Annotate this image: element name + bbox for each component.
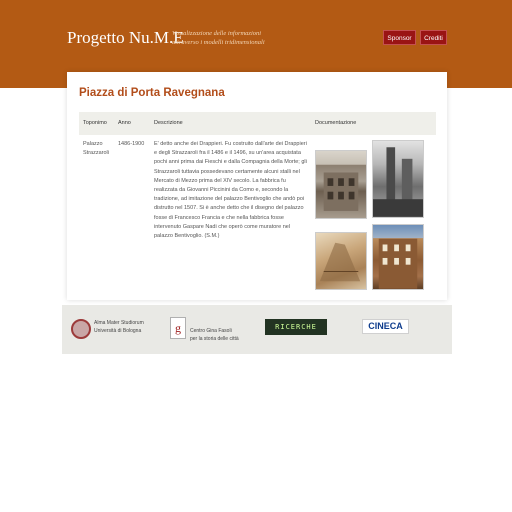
unibo-label: Alma Mater Studiorum Università di Bolog…	[94, 319, 144, 335]
unibo-line1: Alma Mater Studiorum	[94, 320, 144, 326]
footer-bar: Alma Mater Studiorum Università di Bolog…	[62, 305, 452, 354]
gina-fasoli-logo[interactable]: g	[170, 317, 186, 339]
column-anno: Anno	[118, 120, 131, 126]
cineca-logo[interactable]: CINECA	[362, 319, 409, 334]
street-view-photo[interactable]	[372, 224, 424, 290]
sponsor-button[interactable]: Sponsor	[383, 30, 416, 45]
cell-anno: 1486-1900	[118, 141, 145, 147]
unibo-line2: Università di Bologna	[94, 328, 142, 334]
cell-toponimo: Palazzo Strazzaroli	[83, 141, 109, 157]
unibo-seal-icon[interactable]	[71, 319, 91, 339]
table-header: Toponimo Anno Descrizione Documentazione	[79, 112, 436, 135]
palazzo-facade-photo[interactable]	[315, 150, 367, 219]
page-title: Piazza di Porta Ravegnana	[79, 87, 225, 99]
column-toponimo: Toponimo	[83, 120, 107, 126]
gina-fasoli-label: Centro Gina Fasoli per la storia delle c…	[190, 327, 239, 343]
site-tagline: Visualizzazione delle informazioni attra…	[172, 30, 265, 46]
towers-bw-photo[interactable]	[372, 140, 424, 218]
column-documentazione: Documentazione	[315, 120, 357, 126]
gina-line1: Centro Gina Fasoli	[190, 328, 232, 334]
content-card: Piazza di Porta Ravegnana Toponimo Anno …	[67, 72, 447, 300]
gina-line2: per la storia delle città	[190, 336, 239, 342]
column-descrizione: Descrizione	[154, 120, 183, 126]
site-brand[interactable]: Progetto Nu.M.E	[67, 28, 184, 48]
crediti-button[interactable]: Crediti	[420, 30, 447, 45]
historic-drawing[interactable]	[315, 232, 367, 290]
ricerche-logo[interactable]: RICERCHE	[265, 319, 327, 335]
cell-descrizione: E' detto anche dei Drappieri. Fu costrui…	[154, 141, 307, 240]
